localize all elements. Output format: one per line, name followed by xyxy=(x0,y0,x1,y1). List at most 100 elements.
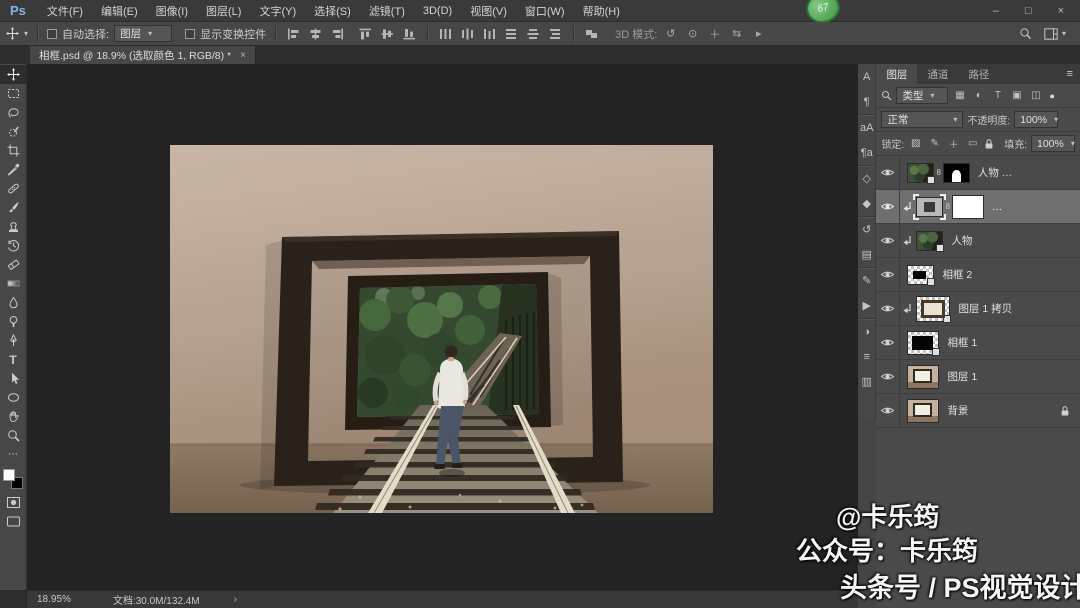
history-brush-tool[interactable] xyxy=(0,236,27,255)
adjustment-layer-thumbnail[interactable] xyxy=(916,197,943,217)
filter-adjustment-icon[interactable]: ◐ xyxy=(971,90,986,101)
marquee-tool[interactable] xyxy=(0,84,27,103)
align-hcenter-icon[interactable] xyxy=(307,26,324,41)
clone-stamp-tool[interactable] xyxy=(0,217,27,236)
layer-row-selective-color[interactable]: 8 … xyxy=(876,190,1080,224)
adjustments-panel-icon[interactable]: ◑ xyxy=(858,319,875,344)
shape-tool[interactable] xyxy=(0,388,27,407)
visibility-eye-icon[interactable] xyxy=(876,394,900,427)
3d-drag-icon[interactable]: ＋ xyxy=(706,26,723,42)
align-vcenter-icon[interactable] xyxy=(379,26,396,41)
menu-image[interactable]: 图像(I) xyxy=(147,3,197,19)
fill-dropdown[interactable]: 100% ▾ xyxy=(1031,135,1075,152)
quick-selection-tool[interactable] xyxy=(0,122,27,141)
color-swatches[interactable] xyxy=(3,469,23,489)
layer-row-person[interactable]: 人物 xyxy=(876,224,1080,258)
eraser-tool[interactable] xyxy=(0,255,27,274)
quick-mask-button[interactable] xyxy=(0,493,27,512)
zoom-level-field[interactable]: 18.95% xyxy=(37,594,71,605)
3d-slide-icon[interactable]: ⇆ xyxy=(728,27,745,40)
layer-mask-thumbnail[interactable] xyxy=(943,163,970,183)
distribute-top-icon[interactable] xyxy=(437,26,454,41)
distribute-hcenter-icon[interactable] xyxy=(525,26,542,41)
foreground-color-swatch[interactable] xyxy=(3,469,15,481)
menu-select[interactable]: 选择(S) xyxy=(305,3,360,19)
close-button[interactable]: × xyxy=(1058,5,1064,17)
maximize-button[interactable]: □ xyxy=(1025,5,1032,17)
filter-pixel-icon[interactable]: ▦ xyxy=(952,90,967,101)
lasso-tool[interactable] xyxy=(0,103,27,122)
layer-row-person-copy[interactable]: 8 人物 … xyxy=(876,156,1080,190)
pen-tool[interactable] xyxy=(0,331,27,350)
tab-layers[interactable]: 图层 xyxy=(876,64,917,84)
lock-paint-icon[interactable]: ✎ xyxy=(927,138,942,149)
layer-thumbnail[interactable] xyxy=(907,163,934,183)
layer-mask-thumbnail[interactable] xyxy=(952,195,984,219)
blend-mode-dropdown[interactable]: 正常 ▾ xyxy=(881,111,963,128)
tab-close-icon[interactable]: × xyxy=(240,50,246,61)
lock-position-icon[interactable]: ＋ xyxy=(946,136,961,151)
screen-mode-button[interactable] xyxy=(0,512,27,531)
align-top-icon[interactable] xyxy=(357,26,374,41)
crop-tool[interactable] xyxy=(0,141,27,160)
layer-thumbnail[interactable] xyxy=(916,296,950,322)
distribute-bottom-icon[interactable] xyxy=(481,26,498,41)
layer-name[interactable]: 人物 … xyxy=(978,165,1012,180)
brush-panel-icon[interactable]: ✎ xyxy=(858,268,875,293)
mask-link-icon[interactable]: 8 xyxy=(936,168,940,177)
minimize-button[interactable]: – xyxy=(993,5,999,17)
notes-panel-icon[interactable]: ▤ xyxy=(858,242,875,267)
menu-filter[interactable]: 滤镜(T) xyxy=(360,3,414,19)
layer-name[interactable]: 图层 1 拷贝 xyxy=(958,301,1012,316)
paragraph-styles-panel-icon[interactable]: ¶a xyxy=(858,140,875,165)
layer-row-frame-1[interactable]: 相框 1 xyxy=(876,326,1080,360)
align-bottom-icon[interactable] xyxy=(401,26,418,41)
tool-preset-caret-icon[interactable]: ▾ xyxy=(24,29,28,38)
3d-rotate-icon[interactable]: ↺ xyxy=(662,27,679,40)
layer-row-background[interactable]: 背景 xyxy=(876,394,1080,428)
layer-row-layer1[interactable]: 图层 1 xyxy=(876,360,1080,394)
align-right-icon[interactable] xyxy=(329,26,346,41)
layer-name[interactable]: 背景 xyxy=(947,403,968,418)
panel-menu-icon[interactable]: ≡ xyxy=(1060,64,1080,84)
menu-view[interactable]: 视图(V) xyxy=(461,3,516,19)
visibility-eye-icon[interactable] xyxy=(876,190,900,223)
filter-smartobject-icon[interactable]: ◫ xyxy=(1028,90,1043,101)
menu-edit[interactable]: 编辑(E) xyxy=(92,3,147,19)
show-transform-checkbox[interactable] xyxy=(185,29,195,39)
edit-toolbar-ellipsis-icon[interactable]: ⋯ xyxy=(0,445,27,464)
lock-transparency-icon[interactable]: ▨ xyxy=(908,138,923,149)
character-styles-panel-icon[interactable]: aA xyxy=(858,115,875,140)
canvas-area[interactable] xyxy=(27,64,858,590)
layer-thumbnail[interactable] xyxy=(916,231,943,251)
filter-type-icon[interactable]: T xyxy=(990,90,1005,101)
tab-paths[interactable]: 路径 xyxy=(958,64,999,84)
clone-source-panel-icon[interactable]: ▥ xyxy=(858,369,875,394)
layer-name[interactable]: 相框 2 xyxy=(942,267,972,282)
path-selection-tool[interactable] xyxy=(0,369,27,388)
healing-brush-tool[interactable] xyxy=(0,179,27,198)
layer-name[interactable]: 人物 xyxy=(951,233,972,248)
visibility-eye-icon[interactable] xyxy=(876,360,900,393)
menu-help[interactable]: 帮助(H) xyxy=(574,3,629,19)
opacity-dropdown[interactable]: 100% ▾ xyxy=(1014,111,1058,128)
character-panel-icon[interactable]: A xyxy=(858,64,875,89)
menu-3d[interactable]: 3D(D) xyxy=(414,5,461,17)
visibility-eye-icon[interactable] xyxy=(876,224,900,257)
layer-thumbnail[interactable] xyxy=(907,365,939,389)
search-icon[interactable] xyxy=(1019,27,1032,40)
status-popup-arrow-icon[interactable]: › xyxy=(234,594,237,605)
menu-layer[interactable]: 图层(L) xyxy=(197,3,250,19)
filter-shape-icon[interactable]: ▣ xyxy=(1009,90,1024,101)
layer-name[interactable]: … xyxy=(992,201,1003,213)
auto-select-checkbox[interactable] xyxy=(47,29,57,39)
visibility-eye-icon[interactable] xyxy=(876,292,900,325)
properties-panel-icon[interactable]: ◆ xyxy=(858,191,875,216)
layer-thumbnail[interactable] xyxy=(907,331,939,355)
gradient-tool[interactable] xyxy=(0,274,27,293)
visibility-eye-icon[interactable] xyxy=(876,258,900,291)
move-tool[interactable] xyxy=(0,65,27,84)
actions-panel-icon[interactable]: ▶ xyxy=(858,293,875,318)
layer-name[interactable]: 图层 1 xyxy=(947,369,977,384)
menu-type[interactable]: 文字(Y) xyxy=(250,3,305,19)
